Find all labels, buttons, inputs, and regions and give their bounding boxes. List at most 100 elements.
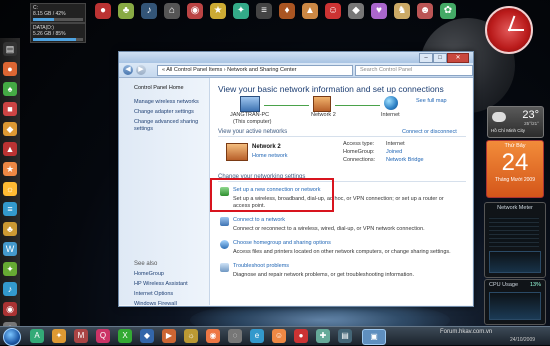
taskbar-app-icon[interactable]: ▤ [338,329,352,343]
dock-app-icon[interactable]: ✿ [440,3,456,19]
dock-app-icon[interactable]: ✦ [233,3,249,19]
taskbar-app-icon[interactable]: Q [96,329,110,343]
weather-city: Hồ Chí Minh City [491,128,526,133]
maximize-button[interactable]: □ [433,53,447,63]
drive-d-widget[interactable]: DATA(D:) 5.26 GB / 85% [30,23,86,43]
taskbar-app-icon[interactable]: ✦ [52,329,66,343]
minimize-button[interactable]: – [419,53,433,63]
dock-app-icon[interactable]: ⌂ [164,3,180,19]
forward-button[interactable]: ▶ [136,65,146,75]
taskbar-app-icon[interactable]: M [74,329,88,343]
calendar-month: Tháng Mười 2009 [495,177,535,183]
taskbar-app-icon[interactable]: ◌ [228,329,242,343]
troubleshoot-icon [220,263,229,272]
sidebar-control-panel-home[interactable]: Control Panel Home [134,85,184,92]
page-title: View your basic network information and … [218,84,444,94]
dock-app-icon[interactable]: ≡ [256,3,272,19]
taskbar-app-icon[interactable]: ☺ [272,329,286,343]
dock-word-icon[interactable]: W [3,242,17,256]
taskbar-app-icon[interactable]: ☼ [184,329,198,343]
sidebar-item-advanced-sharing[interactable]: Change advanced sharing settings [134,119,204,133]
dock-app-icon[interactable]: ☻ [417,3,433,19]
cpu-usage-graph [489,292,541,320]
dock-app-icon[interactable]: ✦ [3,262,17,276]
computer-icon [240,96,260,112]
dock-app-icon[interactable]: ◉ [3,302,17,316]
taskbar-app-icon[interactable]: A [30,329,44,343]
highlight-box [210,178,334,212]
map-pc-sub: (This computer) [233,119,272,125]
dock-app-icon[interactable]: ■ [3,102,17,116]
dock-app-icon[interactable]: ☼ [3,182,17,196]
start-button[interactable] [3,328,21,346]
back-button[interactable]: ◀ [123,65,133,75]
dock-app-icon[interactable]: ▲ [302,3,318,19]
sidebar-item-change-adapter[interactable]: Change adapter settings [134,109,194,116]
map-network-name: Network 2 [311,112,336,118]
dock-app-icon[interactable]: ♪ [3,282,17,296]
clock-gadget[interactable] [485,6,533,54]
dock-app-icon[interactable]: ♥ [371,3,387,19]
see-full-map-link[interactable]: See full map [416,98,447,104]
dock-app-icon[interactable]: ◆ [348,3,364,19]
taskbar-app-icon[interactable]: ◆ [140,329,154,343]
taskbar-app-icon[interactable]: ◉ [206,329,220,343]
dock-app-icon[interactable]: ● [3,62,17,76]
see-also-windows-firewall[interactable]: Windows Firewall [134,301,177,308]
sidebar-item-manage-wireless[interactable]: Manage wireless networks [134,99,199,106]
cpu-usage-gadget[interactable]: CPU Usage 13% [484,279,546,325]
network-meter-gadget[interactable]: Network Meter [484,202,546,278]
network-meter-graph [489,251,541,273]
dock-app-icon[interactable]: ★ [210,3,226,19]
taskbar-control-panel-button[interactable]: ▣ [362,329,386,345]
close-button[interactable]: ✕ [447,53,469,63]
dock-app-icon[interactable]: ♦ [279,3,295,19]
taskbar-app-icon[interactable]: X [118,329,132,343]
calendar-gadget[interactable]: Thứ Bảy 24 Tháng Mười 2009 [486,140,544,198]
active-network-type-link[interactable]: Home network [252,153,287,159]
dock-app-icon[interactable]: ☺ [325,3,341,19]
taskbar-app-icon[interactable]: e [250,329,264,343]
weather-gadget[interactable]: 23° 25°/21° Hồ Chí Minh City [487,106,544,138]
drive-c-widget[interactable]: C: 8.15 GB / 42% [30,3,86,23]
task-homegroup-sharing-desc: Access files and printers located on oth… [233,249,451,255]
address-bar[interactable]: « All Control Panel Items › Network and … [157,65,353,76]
see-also-internet-options[interactable]: Internet Options [134,291,173,298]
see-also-hp-wireless[interactable]: HP Wireless Assistant [134,281,188,288]
task-connect-to-network[interactable]: Connect to a network [233,217,285,223]
taskbar-app-icon[interactable]: ✚ [316,329,330,343]
connect-disconnect-link[interactable]: Connect or disconnect [402,129,457,135]
dock-app-icon[interactable]: ♣ [118,3,134,19]
divider [218,136,466,137]
network-bridge-link[interactable]: Network Bridge [386,157,424,163]
dock-app-icon[interactable]: ♪ [141,3,157,19]
dock-app-icon[interactable]: ◉ [187,3,203,19]
clock-minute-hand [508,29,524,31]
drive-d-usage-bar [33,38,83,41]
task-homegroup-sharing[interactable]: Choose homegroup and sharing options [233,240,331,246]
calendar-date: 24 [501,149,529,176]
dock-app-icon[interactable]: ♞ [394,3,410,19]
dock-app-icon[interactable]: ● [95,3,111,19]
connections-label: Connections: [343,157,376,163]
taskbar-app-icon[interactable]: ▶ [162,329,176,343]
dock-app-icon[interactable]: ♠ [3,82,17,96]
dock-app-icon[interactable]: ◆ [3,122,17,136]
drive-c-usage-bar [33,18,83,21]
see-also-homegroup[interactable]: HomeGroup [134,271,164,278]
dock-app-icon[interactable]: ▲ [3,142,17,156]
dock-folder-icon[interactable]: ▤ [3,42,17,56]
dock-app-icon[interactable]: ≡ [3,202,17,216]
weather-range: 25°/21° [524,121,539,126]
homegroup-link[interactable]: Joined [386,149,402,155]
dock-app-icon[interactable]: ♣ [3,222,17,236]
search-input[interactable]: Search Control Panel [355,65,473,76]
dock-app-icon[interactable]: ★ [3,162,17,176]
drive-d-info: 5.26 GB / 85% [33,31,66,37]
taskbar-app-icon[interactable]: ● [294,329,308,343]
title-bar[interactable]: – □ ✕ [119,52,473,63]
drive-c-info: 8.15 GB / 42% [33,11,66,17]
map-internet-label: Internet [381,112,400,118]
map-pc-name: JANGTRAN-PC [230,112,270,118]
task-troubleshoot[interactable]: Troubleshoot problems [233,263,289,269]
